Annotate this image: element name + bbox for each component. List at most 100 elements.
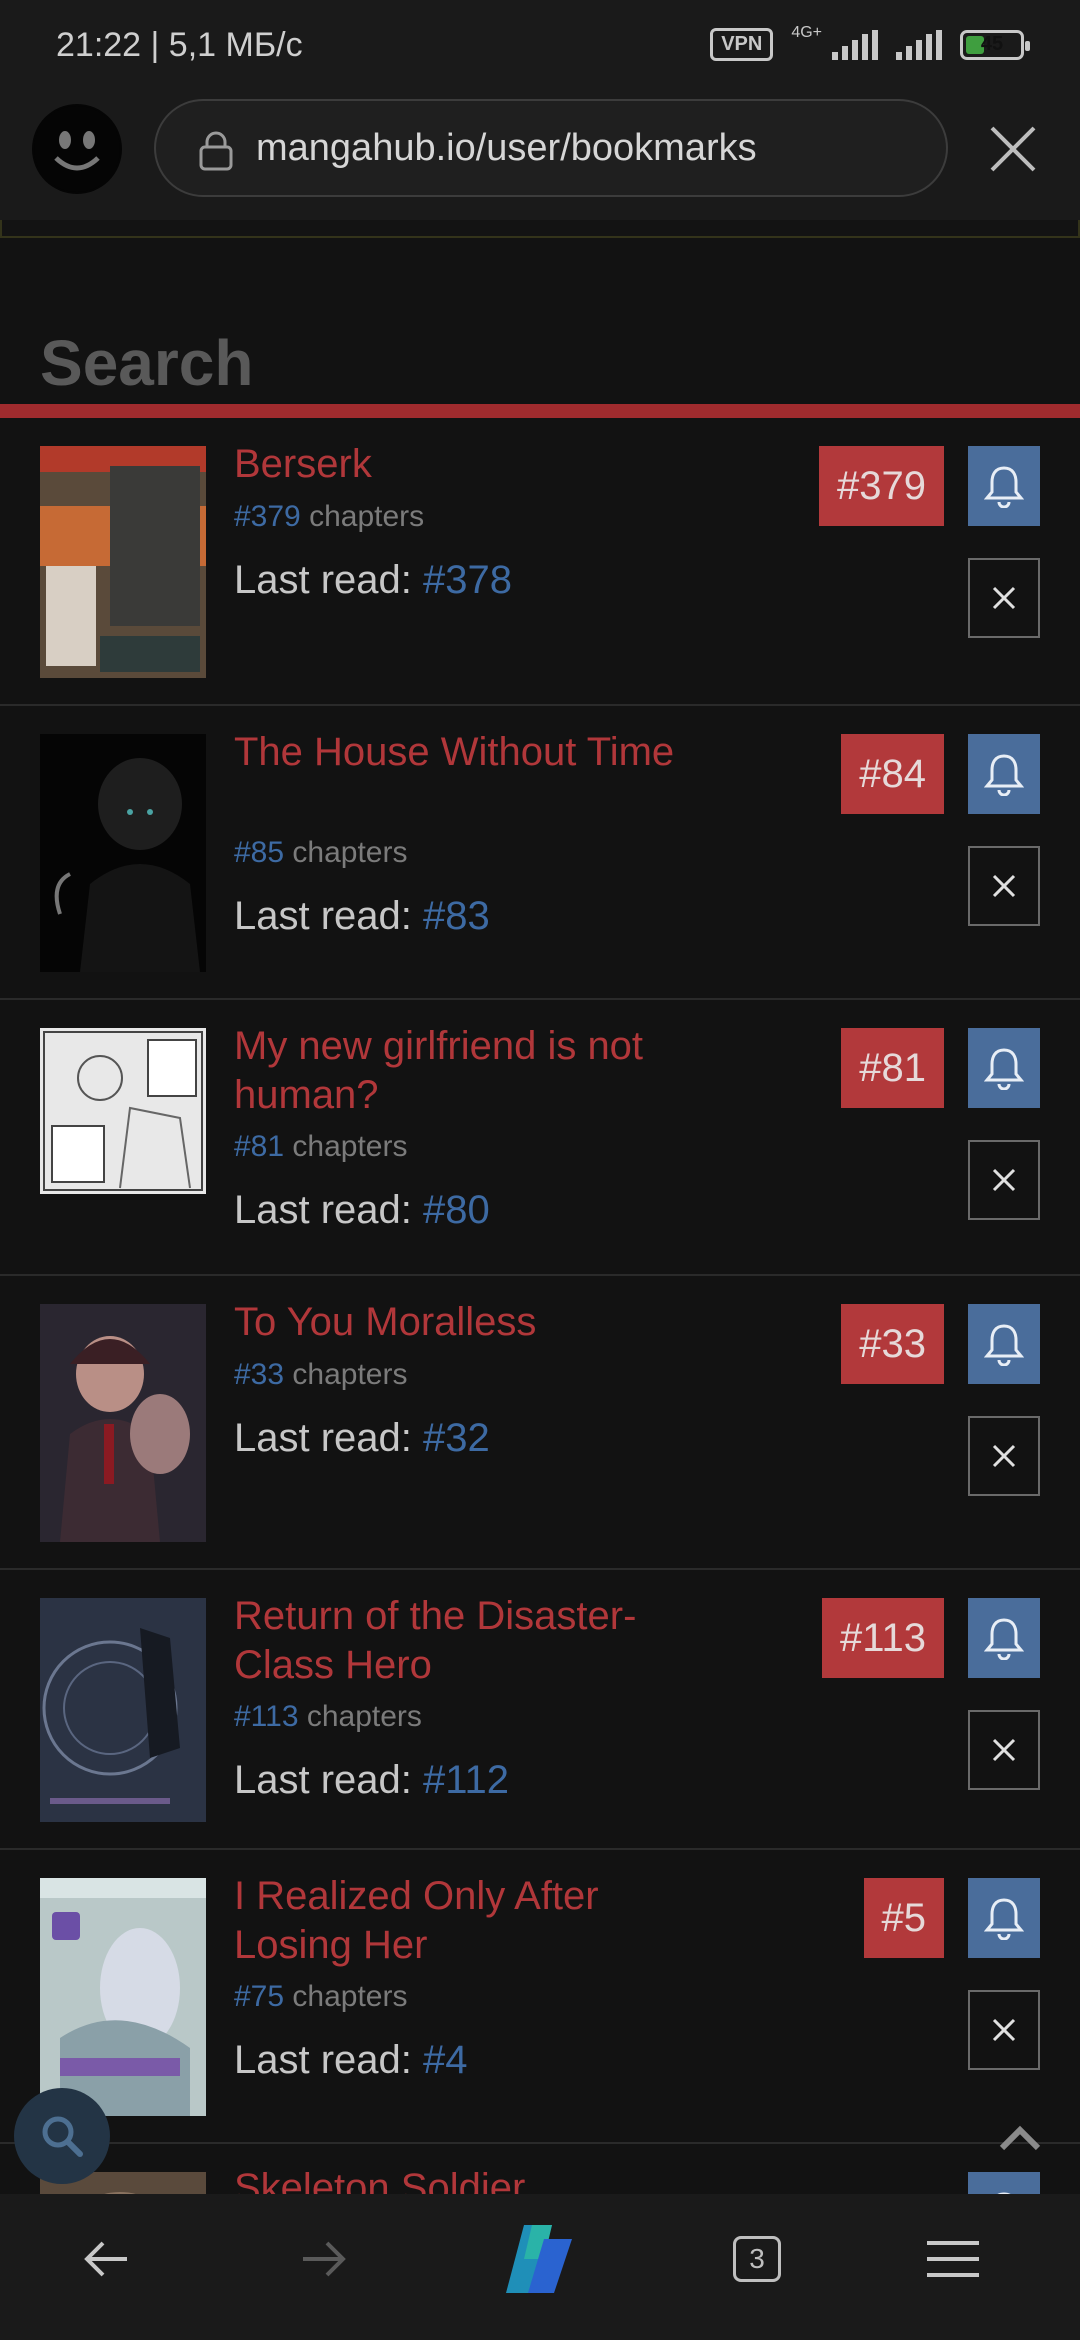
bookmark-item: Return of the Disaster-Class Hero #113 c… (0, 1570, 1080, 1850)
last-read-number[interactable]: #378 (423, 558, 512, 602)
last-read: Last read: #32 (234, 1416, 490, 1461)
notify-button[interactable] (968, 446, 1040, 526)
latest-chapter-badge[interactable]: #81 (841, 1028, 944, 1108)
browser-toolbar: mangahub.io/user/bookmarks (0, 96, 1080, 220)
notify-button[interactable] (968, 2172, 1040, 2194)
chapter-count-number[interactable]: #33 (234, 1358, 284, 1391)
page-title: Search (40, 327, 254, 399)
chapter-count-label: chapters (309, 500, 425, 533)
cover-image[interactable] (40, 1028, 206, 1194)
close-icon[interactable] (984, 120, 1042, 178)
latest-chapter-badge[interactable]: #5 (863, 1878, 944, 1958)
lock-icon (199, 131, 233, 171)
remove-bookmark-button[interactable] (968, 1416, 1040, 1496)
cover-image[interactable] (40, 446, 206, 678)
bookmark-title[interactable]: Skeleton Soldier (234, 2164, 704, 2194)
bookmark-item: To You Moralless #33 chapters Last read:… (0, 1276, 1080, 1570)
menu-button[interactable] (908, 2224, 998, 2294)
bookmark-list: Berserk #379 chapters Last read: #378 #3… (0, 418, 1080, 2194)
arrow-left-icon (84, 2241, 127, 2277)
chapter-count-label: chapters (292, 1358, 408, 1391)
remove-bookmark-button[interactable] (968, 1140, 1040, 1220)
address-bar[interactable]: mangahub.io/user/bookmarks (154, 99, 948, 197)
bookmark-item: The House Without Time #85 chapters Last… (0, 706, 1080, 1000)
battery-icon: 45 (960, 29, 1030, 60)
arrow-right-icon (303, 2241, 346, 2277)
tabs-count: 3 (733, 2236, 781, 2282)
remove-bookmark-button[interactable] (968, 1990, 1040, 2070)
chapter-count-number[interactable]: #379 (234, 500, 301, 533)
bell-icon (984, 1324, 1024, 1366)
last-read-number[interactable]: #83 (423, 894, 490, 938)
chapter-count-number[interactable]: #75 (234, 1980, 284, 2013)
remove-bookmark-button[interactable] (968, 846, 1040, 926)
last-read-label: Last read: (234, 558, 412, 602)
bell-icon (984, 1048, 1024, 1090)
browser-bottom-bar: 3 (0, 2194, 1080, 2340)
latest-chapter-badge[interactable]: #379 (819, 446, 944, 526)
url-text: mangahub.io/user/bookmarks (256, 127, 757, 169)
notify-button[interactable] (968, 1028, 1040, 1108)
last-read-label: Last read: (234, 1188, 412, 1232)
bookmark-title[interactable]: To You Moralless (234, 1298, 704, 1347)
last-read: Last read: #80 (234, 1188, 490, 1233)
signal-icon-2 (896, 29, 942, 60)
latest-chapter-badge[interactable]: #84 (841, 734, 944, 814)
last-read-label: Last read: (234, 1758, 412, 1802)
close-icon (992, 874, 1016, 898)
notify-button[interactable] (968, 1598, 1040, 1678)
copilot-icon (506, 2225, 572, 2293)
notify-button[interactable] (968, 1878, 1040, 1958)
last-read-number[interactable]: #32 (423, 1416, 490, 1460)
copilot-button[interactable] (494, 2224, 584, 2294)
chapter-count-label: chapters (292, 1980, 408, 2013)
signal-icon (832, 29, 878, 60)
vpn-badge: VPN (710, 28, 774, 61)
bookmark-title[interactable]: I Realized Only After Losing Her (234, 1872, 704, 1970)
cover-image[interactable] (40, 1878, 206, 2116)
bookmark-title[interactable]: Return of the Disaster-Class Hero (234, 1592, 704, 1690)
back-button[interactable] (62, 2224, 152, 2294)
bookmark-title[interactable]: The House Without Time (234, 728, 704, 777)
close-icon (992, 1444, 1016, 1468)
forward-button[interactable] (278, 2224, 368, 2294)
chevron-up-icon[interactable] (996, 2120, 1044, 2156)
remove-bookmark-button[interactable] (968, 1710, 1040, 1790)
close-icon (992, 586, 1016, 610)
close-icon (992, 1168, 1016, 1192)
last-read-number[interactable]: #80 (423, 1188, 490, 1232)
latest-chapter-badge[interactable]: #33 (841, 1304, 944, 1384)
chapter-count-number[interactable]: #81 (234, 1130, 284, 1163)
hamburger-menu-icon (927, 2241, 979, 2277)
chapter-count: #85 chapters (234, 836, 407, 870)
last-read-number[interactable]: #112 (423, 1758, 509, 1802)
tabs-button[interactable]: 3 (712, 2224, 802, 2294)
last-read-label: Last read: (234, 894, 412, 938)
battery-level: 45 (980, 32, 1004, 55)
notify-button[interactable] (968, 1304, 1040, 1384)
avatar[interactable] (32, 104, 122, 194)
chapter-count-number[interactable]: #85 (234, 836, 284, 869)
bookmark-item: I Realized Only After Losing Her #75 cha… (0, 1850, 1080, 2144)
remove-bookmark-button[interactable] (968, 558, 1040, 638)
chapter-count: #75 chapters (234, 1980, 407, 2014)
chapter-count-label: chapters (292, 1130, 408, 1163)
cover-image[interactable] (40, 734, 206, 972)
floating-search-button[interactable] (14, 2088, 110, 2184)
cover-image[interactable] (40, 1598, 206, 1822)
close-icon (992, 2018, 1016, 2042)
chapter-count: #81 chapters (234, 1130, 407, 1164)
last-read-number[interactable]: #4 (423, 2038, 468, 2082)
chapter-count: #379 chapters (234, 500, 424, 534)
heading-rule (0, 404, 1080, 418)
chapter-count-number[interactable]: #113 (234, 1700, 299, 1733)
cover-image[interactable] (40, 1304, 206, 1542)
latest-chapter-badge[interactable]: #113 (821, 1598, 944, 1678)
bookmark-item: Berserk #379 chapters Last read: #378 #3… (0, 418, 1080, 706)
notify-button[interactable] (968, 734, 1040, 814)
bell-icon (984, 754, 1024, 796)
close-icon (992, 1738, 1016, 1762)
bookmark-title[interactable]: Berserk (234, 440, 704, 489)
bookmark-title[interactable]: My new girlfriend is not human? (234, 1022, 704, 1120)
search-icon (42, 2116, 83, 2157)
